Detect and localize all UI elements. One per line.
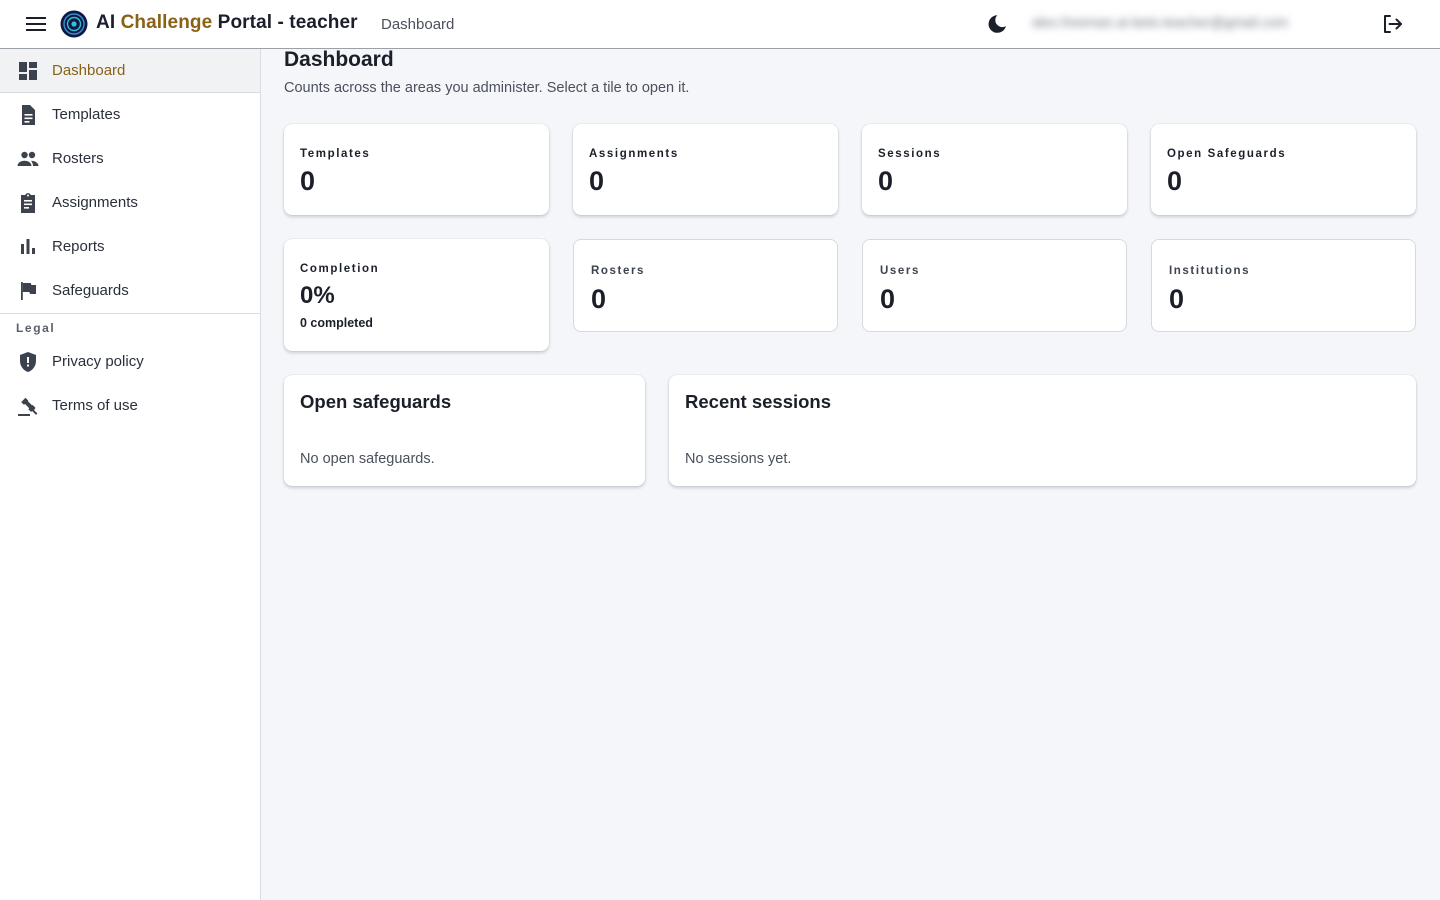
tile-templates[interactable]: Templates 0 xyxy=(284,124,549,215)
app-title-suffix: Portal - teacher xyxy=(212,12,358,33)
app-title[interactable]: AI Challenge Portal - teacher xyxy=(96,12,358,34)
sidebar-item-label: Privacy policy xyxy=(52,353,144,370)
sidebar-item-label: Terms of use xyxy=(52,397,138,414)
tile-value: 0% xyxy=(300,282,335,309)
clipboard-icon xyxy=(16,191,40,215)
sidebar-item-privacy-policy[interactable]: Privacy policy xyxy=(0,340,260,384)
bar-chart-icon xyxy=(16,235,40,259)
tile-value: 0 xyxy=(591,284,607,314)
sidebar-item-label: Rosters xyxy=(52,150,104,167)
tile-label: Institutions xyxy=(1169,265,1251,277)
tile-label: Rosters xyxy=(591,265,646,277)
sidebar-item-dashboard[interactable]: Dashboard xyxy=(0,49,260,93)
tile-value: 0 xyxy=(878,166,894,196)
tile-label: Sessions xyxy=(878,148,942,160)
flag-icon xyxy=(16,279,40,303)
menu-icon[interactable] xyxy=(24,12,48,36)
sidebar-item-label: Templates xyxy=(52,106,121,123)
panel-empty-message: No open safeguards. xyxy=(300,451,435,467)
app-logo-icon xyxy=(60,10,88,38)
dashboard-icon xyxy=(16,59,40,83)
sidebar-item-terms-of-use[interactable]: Terms of use xyxy=(0,384,260,428)
logout-icon[interactable] xyxy=(1380,12,1404,36)
panel-title: Recent sessions xyxy=(685,391,832,412)
tile-completion[interactable]: Completion 0% 0 completed xyxy=(284,239,549,351)
sidebar-item-label: Safeguards xyxy=(52,282,129,299)
sidebar-item-label: Dashboard xyxy=(52,62,126,79)
sidebar-item-label: Reports xyxy=(52,238,105,255)
panel-empty-message: No sessions yet. xyxy=(685,451,792,467)
sidebar-divider xyxy=(0,313,260,314)
tile-value: 0 xyxy=(1169,284,1185,314)
sidebar-item-safeguards[interactable]: Safeguards xyxy=(0,269,260,313)
tile-sessions[interactable]: Sessions 0 xyxy=(862,124,1127,215)
tile-assignments[interactable]: Assignments 0 xyxy=(573,124,838,215)
tile-open-safeguards[interactable]: Open Safeguards 0 xyxy=(1151,124,1416,215)
page-title: Dashboard xyxy=(284,48,394,71)
tile-label: Users xyxy=(880,265,920,277)
app-title-accent: Challenge xyxy=(120,12,213,33)
tile-label: Assignments xyxy=(589,148,679,160)
sidebar-item-assignments[interactable]: Assignments xyxy=(0,181,260,225)
sidebar-item-label: Assignments xyxy=(52,194,138,211)
sidebar-item-templates[interactable]: Templates xyxy=(0,93,260,137)
app-title-prefix: AI xyxy=(96,12,121,33)
sidebar: Dashboard Templates Rosters Assignments … xyxy=(0,49,261,900)
tile-rosters[interactable]: Rosters 0 xyxy=(573,239,838,332)
tile-value: 0 xyxy=(1167,166,1183,196)
user-email: alex.freeman.ai-bets-teacher@gmail.com xyxy=(1032,14,1289,30)
document-icon xyxy=(16,103,40,127)
tile-value: 0 xyxy=(300,166,316,196)
panel-open-safeguards: Open safeguards No open safeguards. xyxy=(284,375,645,486)
tile-subtext: 0 completed xyxy=(300,316,373,330)
tile-label: Open Safeguards xyxy=(1167,148,1287,160)
sidebar-section-legal: Legal xyxy=(16,321,56,335)
top-app-bar: AI Challenge Portal - teacher Dashboard … xyxy=(0,0,1440,49)
panel-title: Open safeguards xyxy=(300,391,452,412)
page-subtitle: Counts across the areas you administer. … xyxy=(284,80,690,96)
gavel-icon xyxy=(16,394,40,418)
tile-users[interactable]: Users 0 xyxy=(862,239,1127,332)
tile-value: 0 xyxy=(589,166,605,196)
tile-value: 0 xyxy=(880,284,896,314)
tile-label: Completion xyxy=(300,263,380,275)
dark-mode-moon-icon[interactable] xyxy=(985,12,1009,36)
sidebar-item-reports[interactable]: Reports xyxy=(0,225,260,269)
people-icon xyxy=(16,147,40,171)
sidebar-item-rosters[interactable]: Rosters xyxy=(0,137,260,181)
panel-recent-sessions: Recent sessions No sessions yet. xyxy=(669,375,1416,486)
shield-icon xyxy=(16,350,40,374)
tile-label: Templates xyxy=(300,148,371,160)
breadcrumb: Dashboard xyxy=(381,16,455,33)
tile-institutions[interactable]: Institutions 0 xyxy=(1151,239,1416,332)
